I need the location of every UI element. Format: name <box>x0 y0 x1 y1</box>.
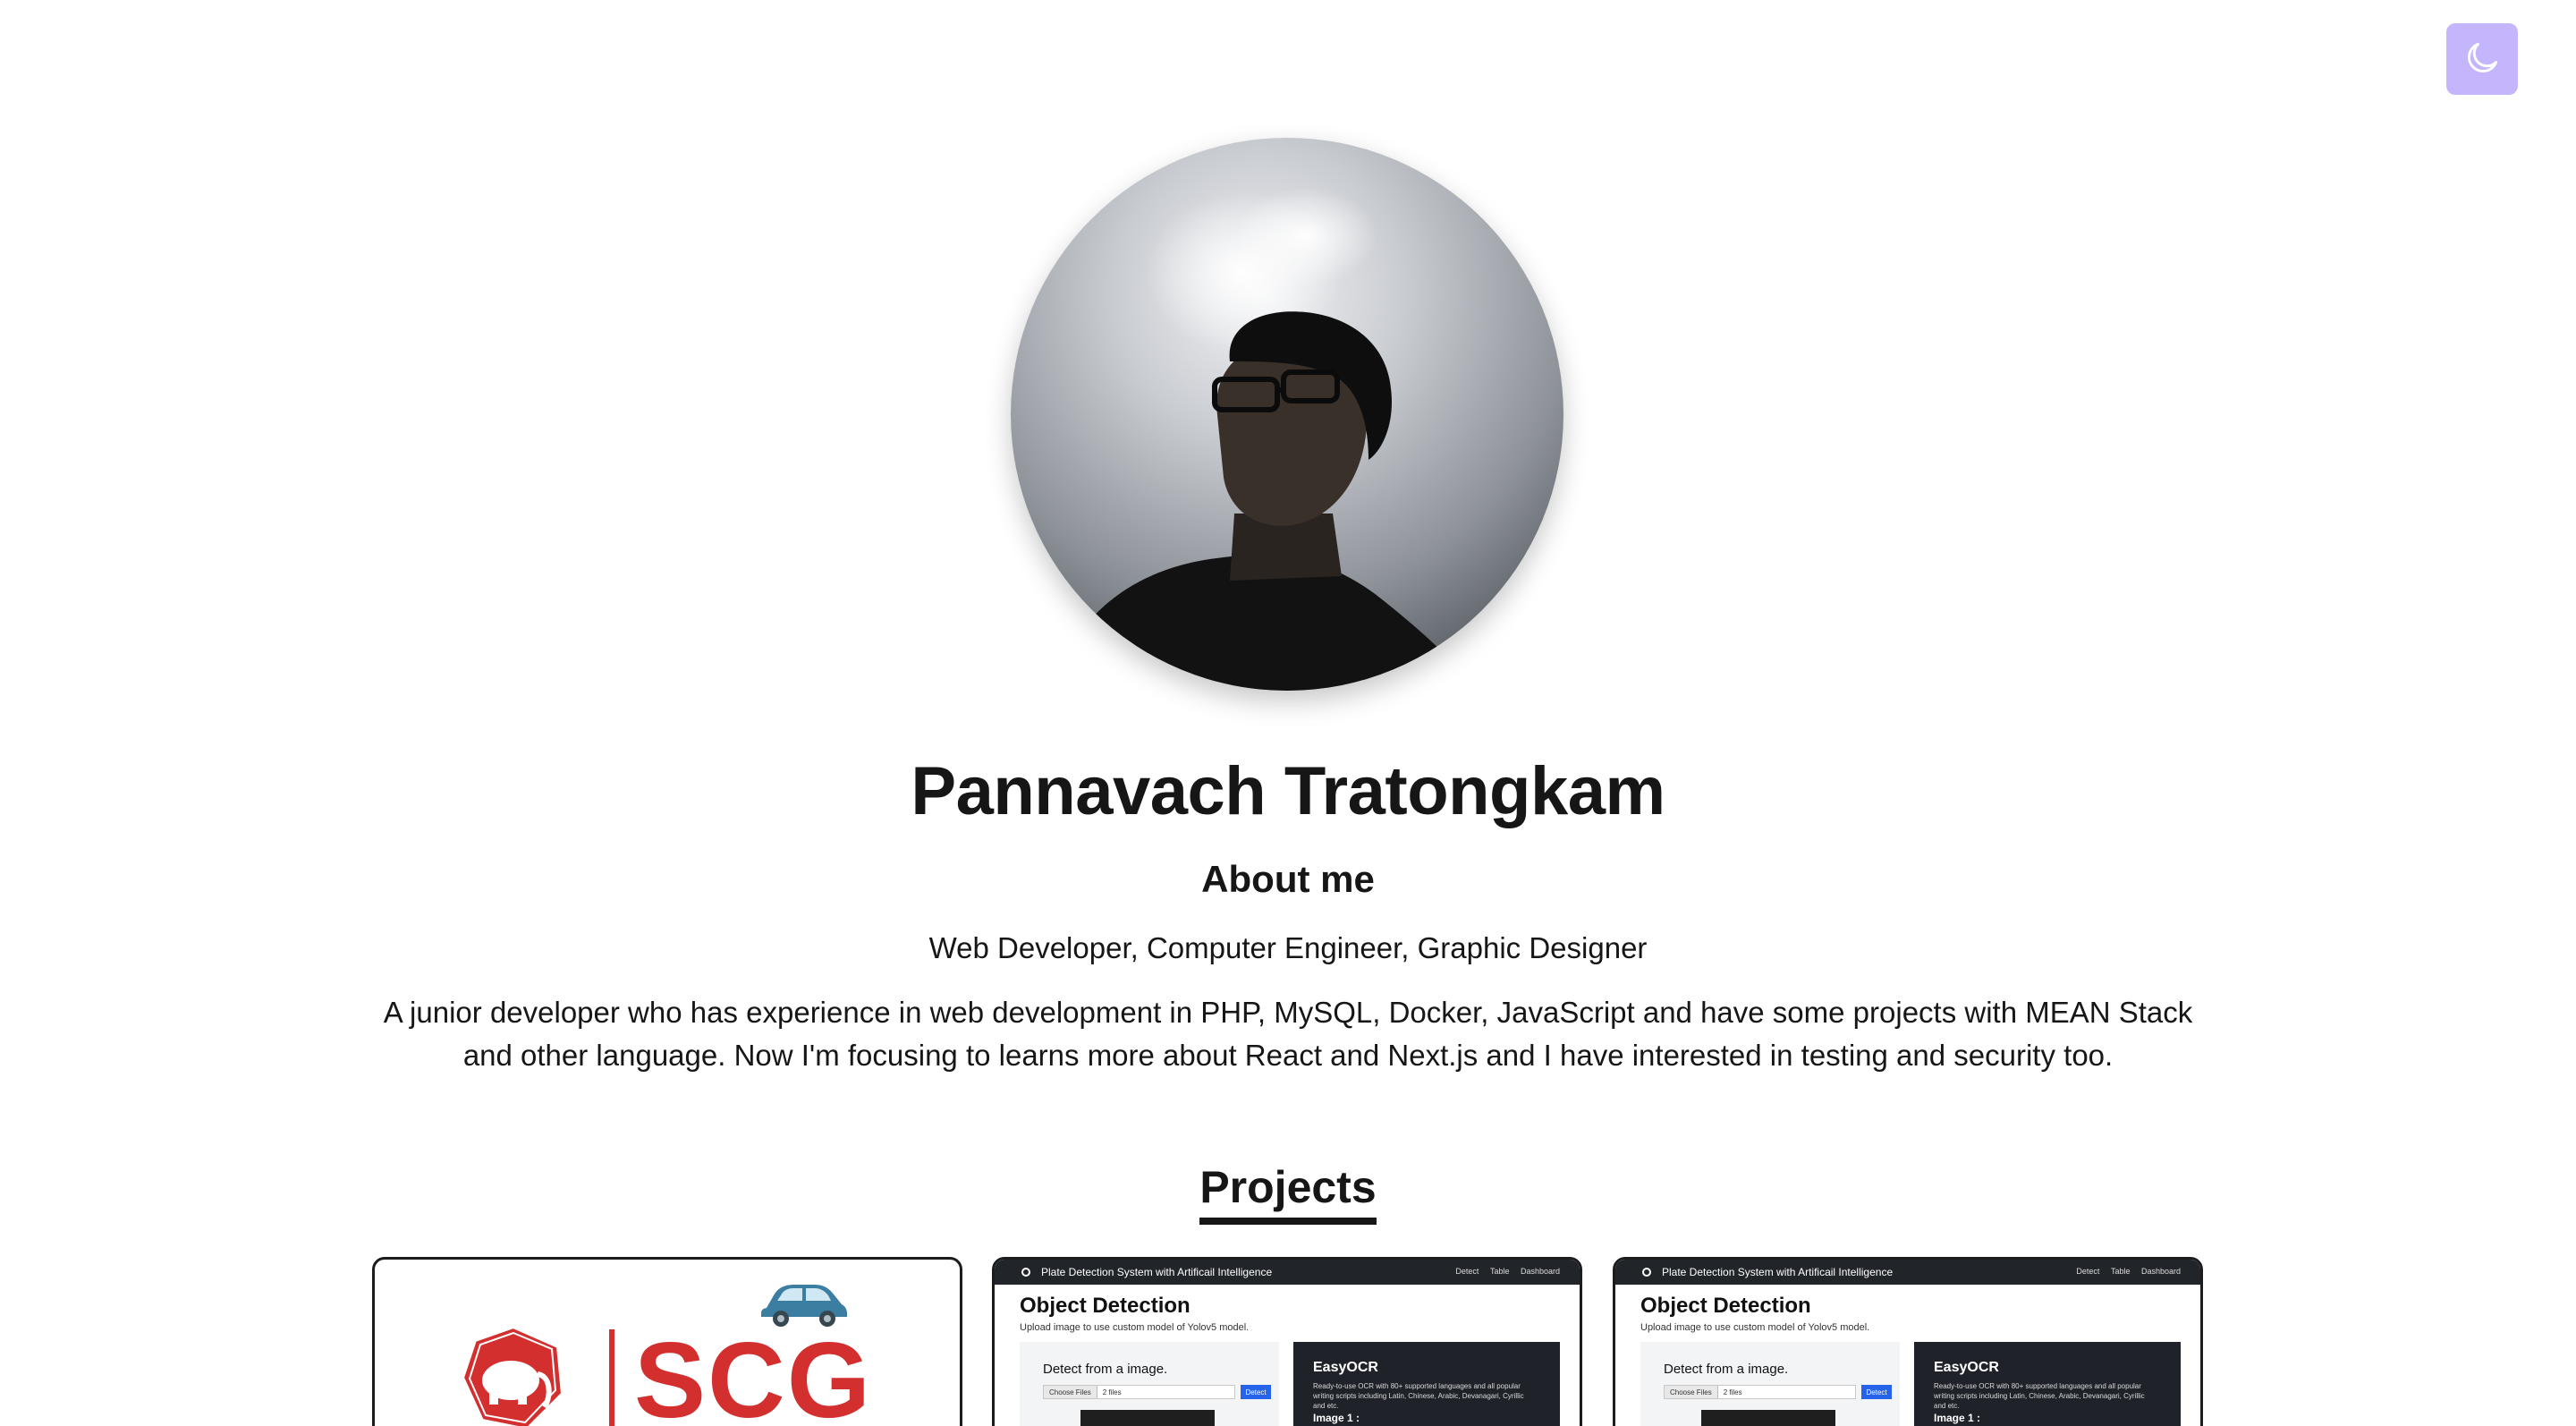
mini-nav-title: Plate Detection System with Artificail I… <box>1662 1266 1894 1278</box>
mini-image-preview <box>1080 1410 1215 1426</box>
search-icon <box>1642 1268 1651 1277</box>
mini-navbar: Plate Detection System with Artificail I… <box>995 1260 1580 1285</box>
profile-bio: A junior developer who has experience in… <box>383 996 2193 1072</box>
mini-panel-title: EasyOCR <box>1313 1360 1378 1375</box>
profile-avatar <box>1011 138 1563 691</box>
about-heading: About me <box>1201 858 1375 900</box>
mini-title: Object Detection <box>1020 1294 1191 1318</box>
projects-heading: Projects <box>0 1163 2576 1225</box>
profile-roles: Web Developer, Computer Engineer, Graphi… <box>928 931 1648 964</box>
mini-nav-link: Detect <box>1455 1267 1479 1276</box>
mini-image-label: Image 1 : <box>1934 1412 1981 1424</box>
mini-panel-text: Ready-to-use OCR with 80+ supported lang… <box>1934 1382 2145 1410</box>
mini-navbar: Plate Detection System with Artificail I… <box>1615 1260 2200 1285</box>
mini-nav-link: Dashboard <box>2140 1267 2181 1276</box>
mini-detect-button: Detect <box>1241 1385 1271 1399</box>
scg-logo-text: SCG <box>634 1320 873 1426</box>
mini-subtitle: Upload image to use custom model of Yolo… <box>1020 1322 1250 1333</box>
mini-image-preview <box>1701 1410 1835 1426</box>
mini-choose-files: Choose Files <box>1044 1386 1097 1398</box>
mini-nav-link: Table <box>1489 1267 1510 1276</box>
project-card-plate-detection[interactable]: Plate Detection System with Artificail I… <box>992 1257 1582 1426</box>
profile-name: Pannavach Tratongkam <box>911 753 1665 829</box>
mini-detect-label: Detect from a image. <box>1664 1362 1789 1377</box>
mini-detect-panel: Detect from a image. Choose Files 2 file… <box>1020 1342 1279 1426</box>
mini-nav-link: Dashboard <box>1520 1267 1560 1276</box>
mini-detect-label: Detect from a image. <box>1043 1362 1168 1377</box>
mini-detect-button: Detect <box>1861 1385 1892 1399</box>
mini-subtitle: Upload image to use custom model of Yolo… <box>1640 1322 1870 1333</box>
mini-file-count: 2 files <box>1102 1388 1122 1396</box>
project-card-plate-detection-2[interactable]: Plate Detection System with Artificail I… <box>1613 1257 2203 1426</box>
car-icon <box>759 1277 849 1332</box>
mini-easyocr-panel: EasyOCR Ready-to-use OCR with 80+ suppor… <box>1914 1342 2181 1426</box>
search-icon <box>1021 1268 1030 1277</box>
mini-detect-panel: Detect from a image. Choose Files 2 file… <box>1640 1342 1900 1426</box>
project-card-scg[interactable]: SCG <box>372 1257 962 1426</box>
mini-easyocr-panel: EasyOCR Ready-to-use OCR with 80+ suppor… <box>1293 1342 1560 1426</box>
mini-file-count: 2 files <box>1723 1388 1742 1396</box>
projects-heading-text: Projects <box>1199 1163 1377 1225</box>
mini-file-input: Choose Files 2 files <box>1664 1385 1856 1399</box>
mini-panel-title: EasyOCR <box>1934 1360 1999 1375</box>
mini-nav-title: Plate Detection System with Artificail I… <box>1041 1266 1273 1278</box>
mini-image-label: Image 1 : <box>1313 1412 1360 1424</box>
mini-title: Object Detection <box>1640 1294 1811 1318</box>
mini-nav-link: Detect <box>2076 1267 2100 1276</box>
mini-file-input: Choose Files 2 files <box>1043 1385 1235 1399</box>
mini-nav-link: Table <box>2110 1267 2131 1276</box>
mini-panel-text: Ready-to-use OCR with 80+ supported lang… <box>1313 1382 1524 1410</box>
moon-icon <box>2462 38 2502 81</box>
mini-choose-files: Choose Files <box>1665 1386 1718 1398</box>
scg-logo: SCG <box>375 1260 960 1426</box>
theme-toggle-button[interactable] <box>2446 23 2518 95</box>
